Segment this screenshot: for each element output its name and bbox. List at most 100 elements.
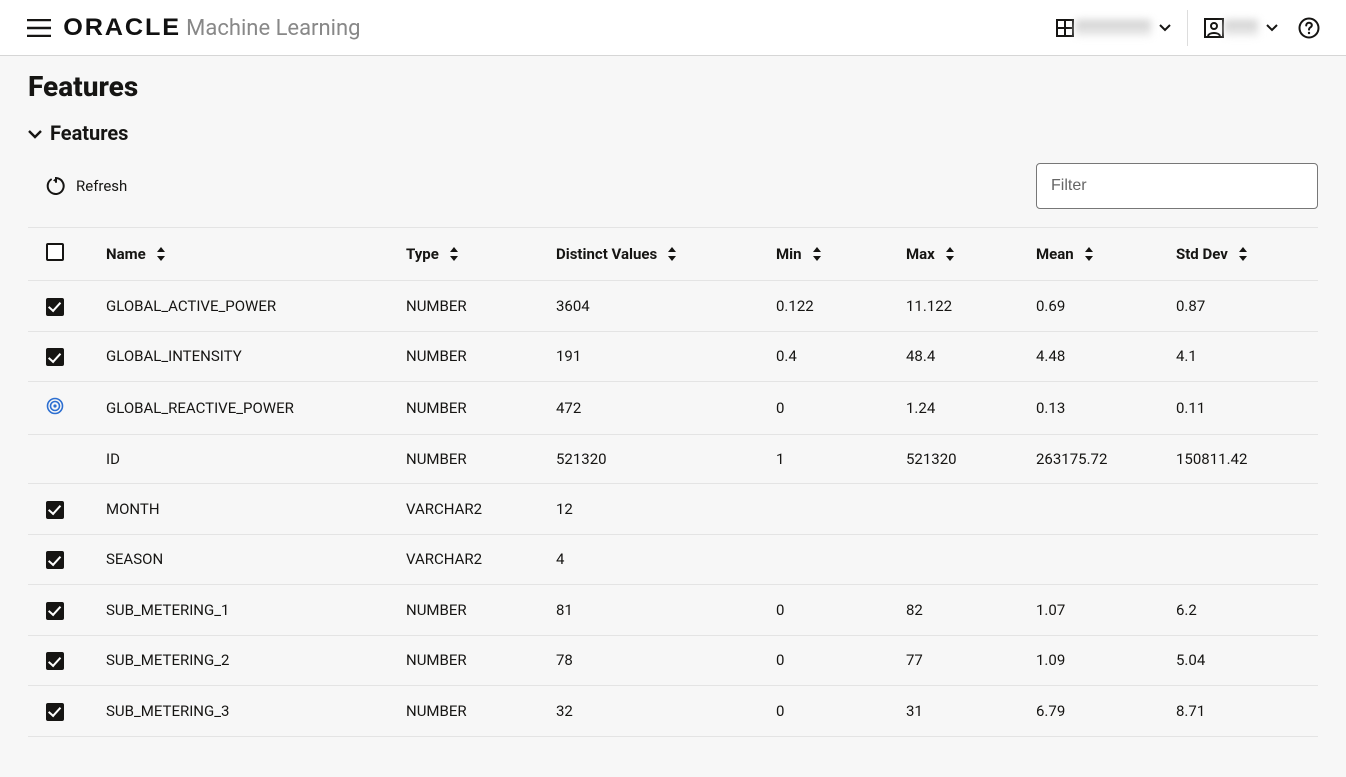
cell-mean: 0.13 [1036,399,1065,417]
table-row[interactable]: IDNUMBER5213201521320263175.72150811.42 [28,435,1318,484]
header-divider [1187,10,1188,46]
sort-icon [812,247,822,261]
table-header-row: Name Type Distinct Values Min Max Mean S… [28,228,1318,281]
cell-name: GLOBAL_REACTIVE_POWER [106,399,294,417]
table-row[interactable]: MONTH VARCHAR2 12 [28,484,1318,535]
features-table: Name Type Distinct Values Min Max Mean S… [28,227,1318,737]
brand-subtitle: Machine Learning [186,16,360,41]
panel-toolbar: Refresh [28,163,1318,227]
cell-mean: 0.69 [1036,297,1065,315]
row-checkbox[interactable] [46,501,64,519]
filter-input[interactable] [1036,163,1318,209]
section-toggle-features[interactable]: Features [28,121,1318,145]
cell-type: VARCHAR2 [406,500,482,518]
col-header-distinct[interactable]: Distinct Values [556,245,677,263]
cell-min: 1 [776,450,784,468]
table-row[interactable]: SUB_METERING_3NUMBER320316.798.71 [28,686,1318,737]
cell-name: SUB_METERING_1 [106,601,229,619]
project-switcher[interactable] [1047,9,1179,47]
cell-distinct: 32 [556,702,573,720]
cell-name: SEASON [106,550,163,568]
help-button[interactable] [1290,9,1328,47]
select-all-checkbox[interactable] [46,243,64,261]
cell-name: SUB_METERING_2 [106,651,229,669]
row-checkbox[interactable] [46,703,64,721]
cell-min: 0 [776,399,784,417]
sort-icon [156,247,166,261]
cell-type: VARCHAR2 [406,550,482,568]
table-row[interactable]: GLOBAL_ACTIVE_POWERNUMBER36040.12211.122… [28,281,1318,332]
app-header: ORACLE Machine Learning [0,0,1346,56]
features-panel: Refresh Name Type Distinct Values Min Ma… [28,163,1318,737]
table-row[interactable]: SUB_METERING_1NUMBER810821.076.2 [28,585,1318,636]
refresh-button[interactable]: Refresh [46,176,127,196]
cell-min: 0 [776,601,784,619]
sort-icon [667,247,677,261]
row-checkbox[interactable] [46,652,64,670]
cell-distinct: 12 [556,500,573,518]
cell-name: SUB_METERING_3 [106,702,229,720]
col-header-mean[interactable]: Mean [1036,245,1094,263]
cell-type: NUMBER [406,399,467,417]
cell-name: GLOBAL_ACTIVE_POWER [106,297,276,315]
cell-stddev: 4.1 [1176,347,1197,365]
col-header-stddev[interactable]: Std Dev [1176,245,1248,263]
cell-type: NUMBER [406,702,467,720]
table-row[interactable]: SUB_METERING_2NUMBER780771.095.04 [28,635,1318,686]
cell-stddev: 0.87 [1176,297,1205,315]
cell-distinct: 3604 [556,297,590,315]
cell-type: NUMBER [406,651,467,669]
cell-type: NUMBER [406,347,467,365]
cell-distinct: 191 [556,347,581,365]
features-table-scroll[interactable]: Name Type Distinct Values Min Max Mean S… [28,227,1318,737]
cell-distinct: 521320 [556,450,607,468]
cell-stddev: 0.11 [1176,399,1205,417]
row-checkbox[interactable] [46,348,64,366]
section-title: Features [50,121,128,145]
cell-stddev: 5.04 [1176,651,1205,669]
cell-mean: 4.48 [1036,347,1065,365]
col-header-type[interactable]: Type [406,245,459,263]
target-icon [46,397,64,415]
grid-icon [1055,18,1075,38]
cell-min: 0 [776,651,784,669]
sort-icon [1084,247,1094,261]
help-icon [1298,17,1320,39]
cell-min: 0 [776,702,784,720]
brand-logo-text: ORACLE [63,14,181,42]
user-name-blurred [1224,20,1258,36]
cell-distinct: 4 [556,550,564,568]
col-header-name[interactable]: Name [106,245,166,263]
cell-type: NUMBER [406,297,467,315]
sort-icon [1238,247,1248,261]
brand: ORACLE Machine Learning [66,14,361,42]
cell-mean: 263175.72 [1036,450,1107,468]
row-checkbox[interactable] [46,298,64,316]
user-menu[interactable] [1196,9,1286,47]
cell-distinct: 78 [556,651,573,669]
table-row[interactable]: SEASON VARCHAR2 4 [28,534,1318,585]
cell-distinct: 81 [556,601,573,619]
cell-max: 48.4 [906,347,935,365]
sort-icon [945,247,955,261]
col-header-min[interactable]: Min [776,245,822,263]
cell-stddev: 150811.42 [1176,450,1247,468]
cell-max: 11.122 [906,297,952,315]
cell-max: 521320 [906,450,957,468]
sort-icon [449,247,459,261]
cell-min: 0.4 [776,347,797,365]
col-header-max[interactable]: Max [906,245,955,263]
cell-type: NUMBER [406,601,467,619]
user-icon [1204,18,1224,38]
cell-mean: 6.79 [1036,702,1065,720]
row-checkbox[interactable] [46,551,64,569]
cell-mean: 1.07 [1036,601,1065,619]
menu-hamburger-icon[interactable] [24,13,54,43]
cell-max: 82 [906,601,923,619]
row-checkbox[interactable] [46,602,64,620]
cell-name: MONTH [106,500,160,518]
cell-type: NUMBER [406,450,467,468]
table-row[interactable]: GLOBAL_INTENSITY NUMBER 191 0.4 48.4 4.48 4.1 [28,331,1318,382]
table-row[interactable]: GLOBAL_REACTIVE_POWERNUMBER47201.240.130… [28,382,1318,435]
cell-name: GLOBAL_INTENSITY [106,347,242,365]
